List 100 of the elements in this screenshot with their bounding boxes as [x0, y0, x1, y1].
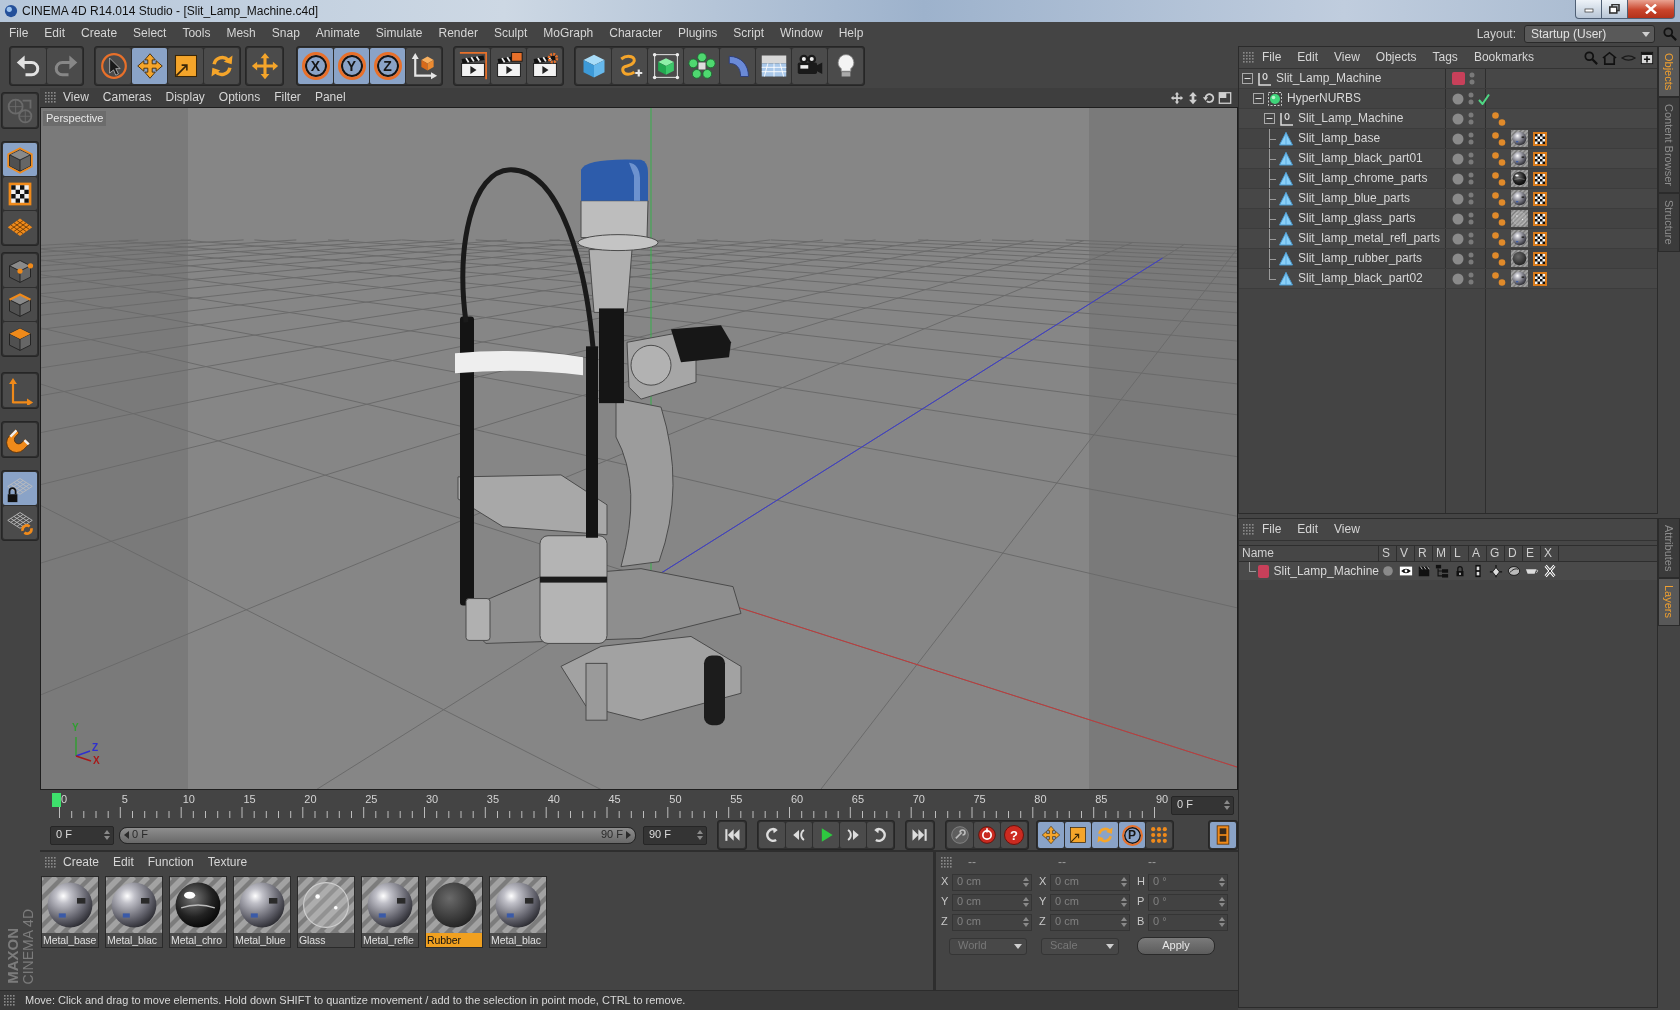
layer-dot-icon[interactable]	[1452, 112, 1464, 125]
column-header[interactable]: M	[1433, 546, 1451, 561]
column-header[interactable]: X	[1541, 546, 1559, 561]
visibility-dots-icon[interactable]	[1468, 192, 1474, 205]
double-ball-tag-icon[interactable]	[1491, 210, 1507, 227]
layer-dot-icon[interactable]	[1452, 172, 1464, 185]
column-header[interactable]: L	[1451, 546, 1469, 561]
menu-item[interactable]: MoGraph	[535, 25, 602, 41]
menu-item[interactable]: Create	[56, 854, 107, 870]
diamond-cross-icon[interactable]	[1489, 564, 1503, 578]
orbit-icon[interactable]	[1202, 90, 1216, 105]
checker-tag-icon[interactable]	[1532, 150, 1548, 167]
menu-item[interactable]: Simulate	[367, 25, 431, 41]
column-header[interactable]: S	[1379, 546, 1397, 561]
sphere-tag-icon[interactable]	[1511, 150, 1528, 167]
render-view-button[interactable]	[455, 48, 490, 84]
menu-item[interactable]: Edit	[106, 854, 141, 870]
side-tab[interactable]: Content Browser	[1658, 97, 1680, 194]
double-ball-tag-icon[interactable]	[1491, 270, 1507, 287]
material-swatch[interactable]: Metal_refle	[361, 876, 419, 948]
maximize-frame-icon[interactable]	[1218, 90, 1232, 105]
material-swatch[interactable]: Metal_blac	[489, 876, 547, 948]
column-header[interactable]: R	[1415, 546, 1433, 561]
menu-item[interactable]: Snap	[263, 25, 308, 41]
object-row[interactable]: Slit_lamp_rubber_parts	[1239, 249, 1657, 269]
double-ball-tag-icon[interactable]	[1491, 150, 1507, 167]
clapperboard-icon[interactable]	[1417, 564, 1431, 578]
current-frame-field[interactable]: 0 F	[1171, 795, 1234, 815]
visibility-dots-icon[interactable]	[1468, 92, 1474, 105]
material-swatch[interactable]: Rubber	[425, 876, 483, 948]
checker-tag-icon[interactable]	[1532, 250, 1548, 267]
visibility-dots-icon[interactable]	[1468, 132, 1474, 145]
workplane-mode-button[interactable]	[3, 211, 37, 244]
record-keys-button[interactable]	[947, 822, 973, 848]
rotate-tool-button[interactable]	[204, 48, 239, 84]
layer-row[interactable]: Slit_Lamp_Machine	[1239, 562, 1657, 580]
visibility-dots-icon[interactable]	[1468, 112, 1474, 125]
column-header[interactable]: V	[1397, 546, 1415, 561]
object-row[interactable]: Slit_lamp_metal_refl_parts	[1239, 229, 1657, 249]
workplane-snap-button[interactable]	[3, 506, 37, 539]
array-button[interactable]	[684, 48, 719, 84]
menu-item[interactable]: Create	[73, 25, 126, 41]
render-settings-button[interactable]	[527, 48, 562, 84]
menu-item[interactable]: Filter	[267, 90, 308, 105]
frame-range-bar[interactable]: 0 F 90 F	[119, 826, 636, 844]
collapse-toggle-icon[interactable]	[1264, 113, 1275, 124]
slit-lamp-model-drawing[interactable]	[455, 159, 742, 726]
layer-dot-icon[interactable]	[1452, 232, 1464, 245]
layer-dot-icon[interactable]	[1452, 252, 1464, 265]
checker-tag-icon[interactable]	[1532, 170, 1548, 187]
visibility-dots-icon[interactable]	[1468, 172, 1474, 185]
menu-item[interactable]: File	[1, 25, 37, 41]
menu-item[interactable]: Character	[601, 25, 670, 41]
bent-disc-icon[interactable]	[1507, 564, 1521, 578]
menu-item[interactable]: File	[1254, 50, 1290, 65]
workplane-lock-button[interactable]	[3, 472, 37, 505]
object-row[interactable]: HyperNURBS	[1239, 89, 1657, 109]
double-ball-tag-icon[interactable]	[1491, 230, 1507, 247]
menu-item[interactable]: Render	[430, 25, 486, 41]
checker-tag-icon[interactable]	[1532, 230, 1548, 247]
menu-item[interactable]: Display	[158, 90, 212, 105]
position-key-button[interactable]	[1038, 822, 1064, 848]
menu-item[interactable]: Panel	[307, 90, 353, 105]
checker-tag-icon[interactable]	[1532, 270, 1548, 287]
menu-item[interactable]: Edit	[1289, 522, 1327, 537]
menu-item[interactable]: Script	[725, 25, 772, 41]
checker-tag-icon[interactable]	[1532, 190, 1548, 207]
object-row[interactable]: Slit_Lamp_Machine	[1239, 69, 1657, 89]
collapse-toggle-icon[interactable]	[1242, 73, 1253, 84]
menu-item[interactable]: Select	[125, 25, 175, 41]
menu-item[interactable]: Edit	[36, 25, 74, 41]
object-row[interactable]: Slit_lamp_blue_parts	[1239, 189, 1657, 209]
subdivision-surface-button[interactable]	[648, 48, 683, 84]
object-row[interactable]: Slit_lamp_glass_parts	[1239, 209, 1657, 229]
layer-dot-icon[interactable]	[1452, 152, 1464, 165]
side-tab[interactable]: Objects	[1658, 46, 1680, 98]
coordinate-system-button[interactable]	[406, 48, 441, 84]
layer-dot-icon[interactable]	[1452, 92, 1464, 105]
next-key-button[interactable]	[867, 822, 893, 848]
menu-item[interactable]: Sculpt	[485, 25, 536, 41]
minimize-button[interactable]	[1575, 0, 1602, 19]
double-ball-tag-icon[interactable]	[1491, 170, 1507, 187]
menu-item[interactable]: Tools	[174, 25, 219, 41]
y-axis-lock-button[interactable]: Y	[334, 48, 369, 84]
side-tab[interactable]: Structure	[1658, 193, 1680, 252]
double-ball-tag-icon[interactable]	[1491, 130, 1507, 147]
layer-color-swatch[interactable]	[1452, 72, 1465, 85]
menu-item[interactable]: Animate	[307, 25, 368, 41]
visibility-dots-icon[interactable]	[1468, 232, 1474, 245]
collapse-toggle-icon[interactable]	[1253, 93, 1264, 104]
cube-button[interactable]	[576, 48, 611, 84]
dotted-grip-icon[interactable]	[1243, 52, 1254, 63]
menu-item[interactable]: Objects	[1367, 50, 1425, 65]
sphere-tag-icon[interactable]	[1511, 170, 1528, 187]
double-ball-tag-icon[interactable]	[1491, 190, 1507, 207]
sphere-tag-icon[interactable]	[1511, 250, 1528, 267]
column-header[interactable]: E	[1523, 546, 1541, 561]
play-button[interactable]	[813, 822, 839, 848]
object-row[interactable]: Slit_lamp_black_part02	[1239, 269, 1657, 289]
parameter-key-button[interactable]: P	[1119, 822, 1145, 848]
